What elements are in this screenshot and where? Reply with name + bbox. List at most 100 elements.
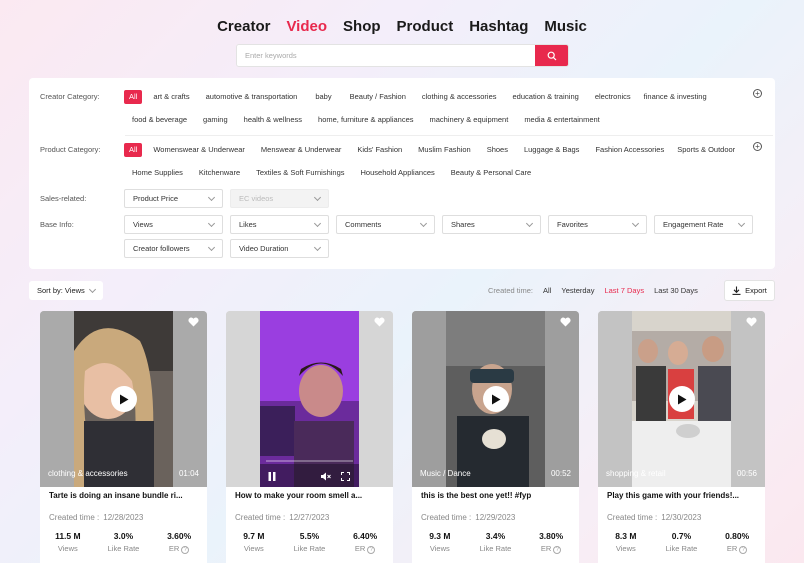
video-controls [260, 465, 358, 487]
chevron-down-icon [313, 219, 322, 227]
search-input[interactable] [237, 45, 535, 66]
product-chip[interactable]: Shoes [479, 143, 516, 157]
chevron-down-icon [88, 285, 96, 293]
product-chip[interactable]: Womenswear & Underwear [145, 143, 253, 157]
sort-dropdown[interactable]: Sort by: Views [29, 281, 103, 300]
product-chip[interactable]: Kids' Fashion [349, 143, 410, 157]
help-icon[interactable]: ? [553, 546, 562, 554]
shares-dropdown[interactable]: Shares [442, 215, 541, 234]
chevron-down-icon [207, 243, 216, 251]
tab-creator[interactable]: Creator [217, 18, 270, 35]
export-button[interactable]: Export [724, 280, 775, 301]
video-thumbnail[interactable]: clothing & accessories 01:04 [40, 311, 207, 487]
favorites-dropdown[interactable]: Favorites [548, 215, 647, 234]
chevron-down-icon [525, 219, 534, 227]
er-value: 3.60% [167, 531, 192, 541]
product-chip[interactable]: Home Supplies [124, 166, 191, 180]
likes-dropdown[interactable]: Likes [230, 215, 329, 234]
heart-icon[interactable] [374, 317, 385, 327]
video-title[interactable]: this is the best one yet!! #fyp [421, 491, 573, 500]
time-option-yesterday[interactable]: Yesterday [561, 286, 594, 295]
views-value: 11.5 M [55, 531, 81, 541]
product-chip[interactable]: Textiles & Soft Furnishings [248, 166, 352, 180]
video-title[interactable]: Play this game with your friends!... [607, 491, 759, 500]
product-chip-all[interactable]: All [124, 143, 143, 157]
product-chip[interactable]: Fashion Accessories [587, 143, 672, 157]
creator-chip[interactable]: gaming [195, 113, 236, 127]
video-duration: 00:52 [550, 469, 571, 478]
play-button[interactable] [482, 386, 509, 412]
play-icon [119, 394, 128, 404]
video-card[interactable]: Music / Dance 00:52 this is the best one… [412, 311, 579, 563]
video-title[interactable]: How to make your room smell a... [235, 491, 387, 500]
creator-chip[interactable]: food & beverage [124, 113, 195, 127]
video-duration: 00:56 [736, 469, 757, 478]
video-stats: 8.3 M Views 0.7% Like Rate 0.80% ER? [598, 531, 765, 554]
fullscreen-icon[interactable] [341, 471, 350, 481]
comments-dropdown[interactable]: Comments [336, 215, 435, 234]
help-icon[interactable]: ? [181, 546, 190, 554]
video-card[interactable]: clothing & accessories 01:04 Tarte is do… [40, 311, 207, 563]
expand-product-category-icon[interactable]: + [753, 142, 762, 151]
help-icon[interactable]: ? [739, 546, 748, 554]
product-chip[interactable]: Luggage & Bags [516, 143, 587, 157]
created-time: Created time :12/27/2023 [235, 513, 330, 522]
creator-chip[interactable]: education & training [505, 90, 587, 104]
heart-icon[interactable] [188, 317, 199, 327]
product-chip[interactable]: Household Appliances [353, 166, 443, 180]
creator-chip-all[interactable]: All [124, 90, 143, 104]
creator-chip[interactable]: electronics [587, 90, 639, 104]
created-time: Created time :12/30/2023 [607, 513, 702, 522]
product-chip[interactable]: Beauty & Personal Care [443, 166, 539, 180]
play-button[interactable] [110, 386, 137, 412]
product-price-dropdown[interactable]: Product Price [124, 189, 223, 208]
search-button[interactable] [535, 45, 568, 66]
heart-icon[interactable] [746, 317, 757, 327]
video-thumbnail[interactable]: Music / Dance 00:52 [412, 311, 579, 487]
product-chip[interactable]: Sports & Outdoor [669, 143, 743, 157]
volume-mute-icon[interactable] [321, 472, 331, 481]
expand-creator-category-icon[interactable]: + [753, 89, 762, 98]
download-icon [732, 286, 741, 295]
tab-video[interactable]: Video [286, 18, 327, 35]
time-option-all[interactable]: All [543, 286, 551, 295]
help-icon[interactable]: ? [367, 546, 376, 554]
creator-chip[interactable]: health & wellness [236, 113, 310, 127]
video-thumbnail[interactable] [226, 311, 393, 487]
base-info-label: Base Info: [40, 220, 74, 229]
engagement-rate-dropdown[interactable]: Engagement Rate [654, 215, 753, 234]
like-rate-value: 3.0% [113, 531, 134, 541]
video-duration-dropdown[interactable]: Video Duration [230, 239, 329, 258]
product-chip[interactable]: Muslim Fashion [410, 143, 479, 157]
like-rate-value: 3.4% [485, 531, 506, 541]
creator-chip[interactable]: art & crafts [145, 90, 197, 104]
product-chip[interactable]: Menswear & Underwear [253, 143, 349, 157]
created-time-label: Created time: [488, 286, 534, 295]
creator-chip[interactable]: Beauty / Fashion [342, 90, 414, 104]
product-category-chips: All Womenswear & Underwear Menswear & Un… [124, 143, 744, 180]
video-card[interactable]: shopping & retail 00:56 Play this game w… [598, 311, 765, 563]
product-chip[interactable]: Kitchenware [191, 166, 248, 180]
creator-chip[interactable]: media & entertainment [516, 113, 607, 127]
heart-icon[interactable] [560, 317, 571, 327]
video-card[interactable]: How to make your room smell a... Created… [226, 311, 393, 563]
creator-chip[interactable]: clothing & accessories [414, 90, 505, 104]
pause-icon[interactable] [268, 471, 276, 481]
video-thumbnail[interactable]: shopping & retail 00:56 [598, 311, 765, 487]
tab-hashtag[interactable]: Hashtag [469, 18, 528, 35]
tab-shop[interactable]: Shop [343, 18, 381, 35]
creator-chip[interactable]: machinery & equipment [422, 113, 517, 127]
creator-chip[interactable]: home, furniture & appliances [310, 113, 421, 127]
creator-chip[interactable]: automotive & transportation [198, 90, 306, 104]
time-option-last-30-days[interactable]: Last 30 Days [654, 286, 698, 295]
tab-music[interactable]: Music [544, 18, 587, 35]
time-option-last-7-days[interactable]: Last 7 Days [604, 286, 644, 295]
play-icon [677, 394, 686, 404]
views-dropdown[interactable]: Views [124, 215, 223, 234]
creator-chip[interactable]: finance & investing [636, 90, 715, 104]
creator-chip[interactable]: baby [305, 90, 341, 104]
creator-followers-dropdown[interactable]: Creator followers [124, 239, 223, 258]
play-button[interactable] [668, 386, 695, 412]
video-title[interactable]: Tarte is doing an insane bundle ri... [49, 491, 201, 500]
tab-product[interactable]: Product [397, 18, 454, 35]
